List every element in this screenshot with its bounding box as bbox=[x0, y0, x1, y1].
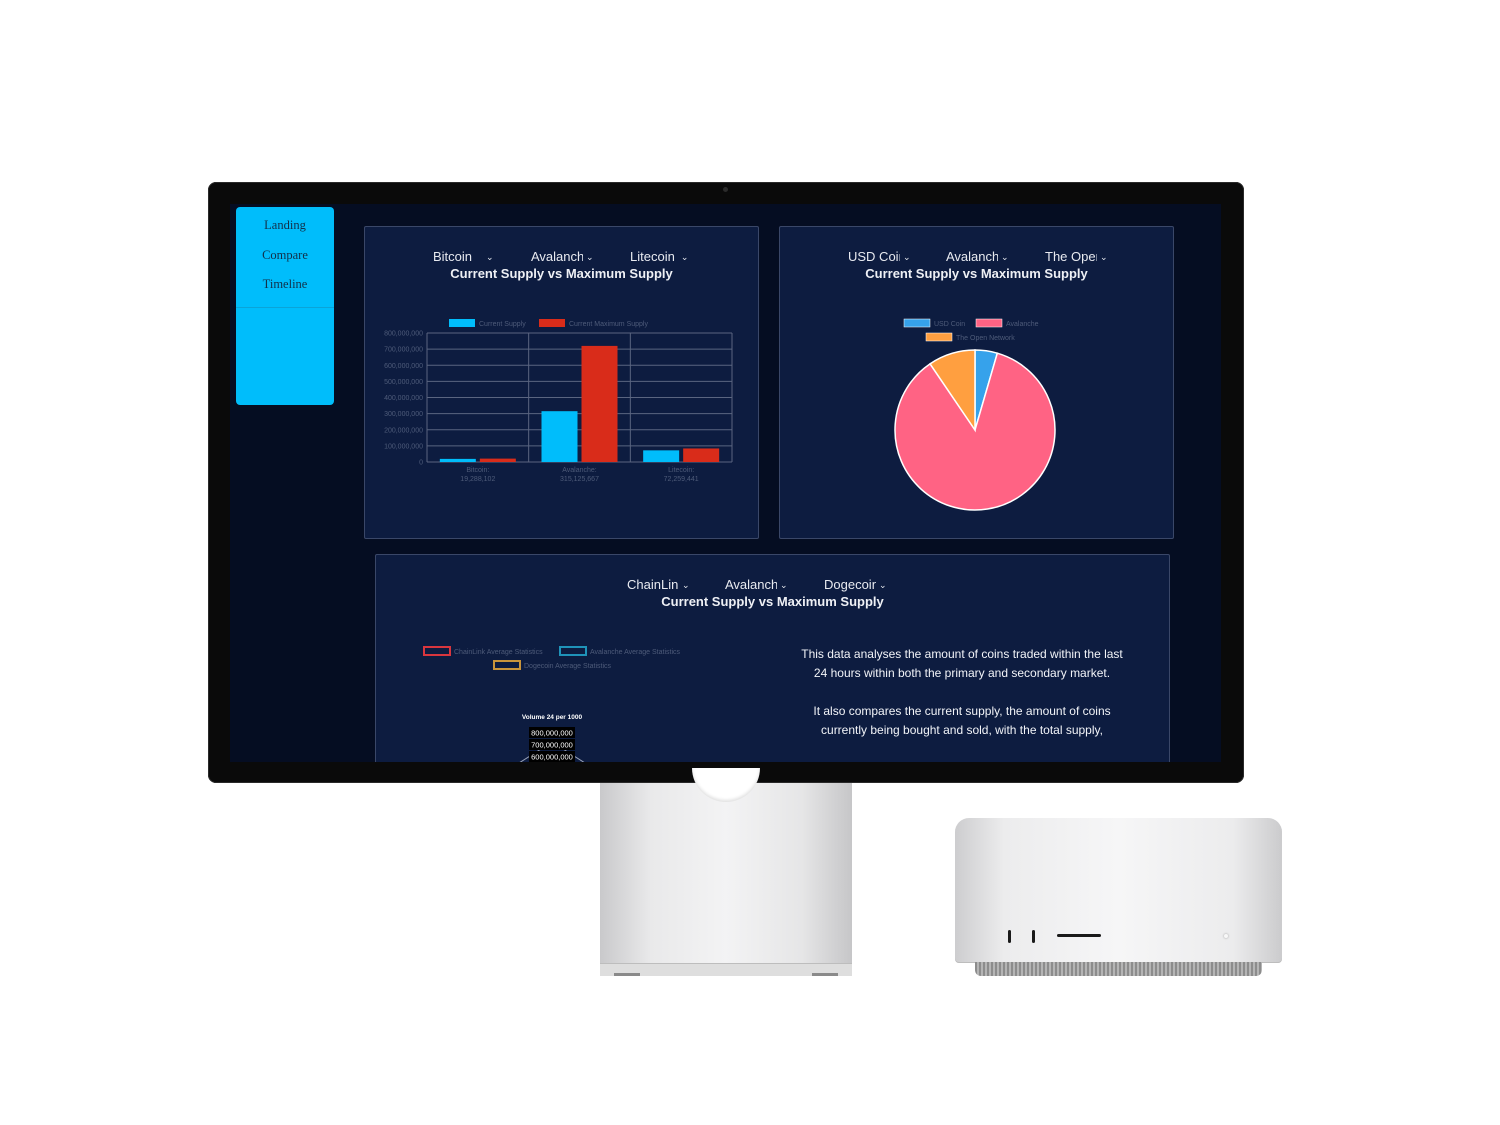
radar-tick-label: 700,000,000 bbox=[531, 741, 573, 750]
screen: Landing Compare Timeline Bitcoin ⌄ Avalan… bbox=[230, 204, 1221, 762]
monitor: Landing Compare Timeline Bitcoin ⌄ Avalan… bbox=[208, 182, 1244, 783]
legend-label: Current Maximum Supply bbox=[569, 321, 648, 328]
legend-label: Current Supply bbox=[479, 321, 526, 328]
x-tick-label: Bitcoin: bbox=[466, 467, 489, 474]
description-paragraph: It also compares the current supply, the… bbox=[813, 704, 1111, 737]
monitor-stand bbox=[600, 783, 852, 968]
bar bbox=[439, 458, 476, 462]
legend-label: ChainLink Average Statistics bbox=[454, 649, 543, 656]
y-tick-label: 400,000,000 bbox=[384, 395, 423, 402]
mac-studio-vent bbox=[975, 962, 1262, 976]
radar-tick-label: 600,000,000 bbox=[531, 753, 573, 762]
usb-port bbox=[1032, 930, 1035, 943]
sidebar-item-compare[interactable]: Compare bbox=[236, 241, 334, 271]
camera bbox=[723, 187, 728, 192]
bar bbox=[479, 458, 516, 462]
pie-chart: USD Coin Avalanche The Open Network bbox=[894, 318, 1056, 511]
legend-label: The Open Network bbox=[956, 335, 1015, 342]
radar-axis-title: Volume 24 per 1000 bbox=[522, 714, 583, 721]
y-tick-label: 800,000,000 bbox=[384, 331, 423, 338]
y-tick-label: 300,000,000 bbox=[384, 411, 423, 418]
radar-tick-label: 800,000,000 bbox=[531, 729, 573, 738]
mac-studio bbox=[955, 818, 1282, 963]
legend-swatch bbox=[539, 319, 565, 327]
coin-select-label: Dogecoin bbox=[824, 577, 876, 592]
y-tick-label: 500,000,000 bbox=[384, 379, 423, 386]
sidebar: Landing Compare Timeline bbox=[236, 207, 334, 405]
legend-swatch bbox=[449, 319, 475, 327]
y-tick-label: 700,000,000 bbox=[384, 347, 423, 354]
sidebar-item-landing[interactable]: Landing bbox=[236, 211, 334, 241]
legend-swatch bbox=[925, 332, 953, 342]
y-tick-label: 0 bbox=[419, 460, 423, 467]
power-indicator bbox=[1224, 934, 1228, 938]
legend-label: Dogecoin Average Statistics bbox=[524, 663, 612, 670]
chevron-down-icon: ⌄ bbox=[879, 580, 887, 590]
sidebar-item-timeline[interactable]: Timeline bbox=[236, 270, 334, 300]
y-tick-label: 100,000,000 bbox=[384, 443, 423, 450]
legend-label: Avalanche Average Statistics bbox=[590, 649, 681, 656]
coin-select-3[interactable]: Dogecoin⌄ bbox=[824, 577, 888, 592]
bar bbox=[643, 450, 680, 462]
x-tick-label: Avalanche: bbox=[562, 467, 597, 474]
sd-card-slot bbox=[1057, 934, 1101, 937]
y-tick-label: 600,000,000 bbox=[384, 363, 423, 370]
description-paragraph: This data analyses the amount of coins t… bbox=[801, 647, 1123, 680]
radar-chart-panel: ChainLink⌄ Avalanche⌄ Dogecoin⌄ Current … bbox=[375, 554, 1170, 762]
bar-chart: Current Supply Current Maximum Supply 0 100… bbox=[384, 319, 733, 483]
y-tick-label: 200,000,000 bbox=[384, 427, 423, 434]
x-tick-label: 19,288,102 bbox=[460, 476, 495, 483]
legend-label: Avalanche bbox=[1006, 321, 1039, 328]
legend-swatch bbox=[423, 646, 451, 656]
x-tick-label: Litecoin: bbox=[668, 467, 694, 474]
bar bbox=[683, 448, 720, 462]
x-tick-label: 72,259,441 bbox=[664, 476, 699, 483]
bar-chart-panel: Bitcoin⌄ Avalanche⌄ Litecoin⌄ Current Su… bbox=[364, 226, 759, 539]
legend-swatch bbox=[559, 646, 587, 656]
usb-port bbox=[1008, 930, 1011, 943]
monitor-foot bbox=[614, 973, 640, 976]
description: This data analyses the amount of coins t… bbox=[796, 645, 1128, 759]
legend-swatch bbox=[975, 318, 1003, 328]
x-tick-label: 315,125,667 bbox=[560, 476, 599, 483]
radar-chart: ChainLink Average Statistics Avalanche Av… bbox=[423, 646, 681, 762]
bar bbox=[541, 411, 578, 462]
sidebar-divider bbox=[236, 307, 334, 308]
monitor-foot bbox=[812, 973, 838, 976]
legend-swatch bbox=[903, 318, 931, 328]
legend-swatch bbox=[493, 660, 521, 670]
pie-chart-panel: USD Coin⌄ Avalanche⌄ The Open Network⌄ C… bbox=[779, 226, 1174, 539]
bar bbox=[581, 345, 618, 462]
legend-label: USD Coin bbox=[934, 321, 965, 328]
